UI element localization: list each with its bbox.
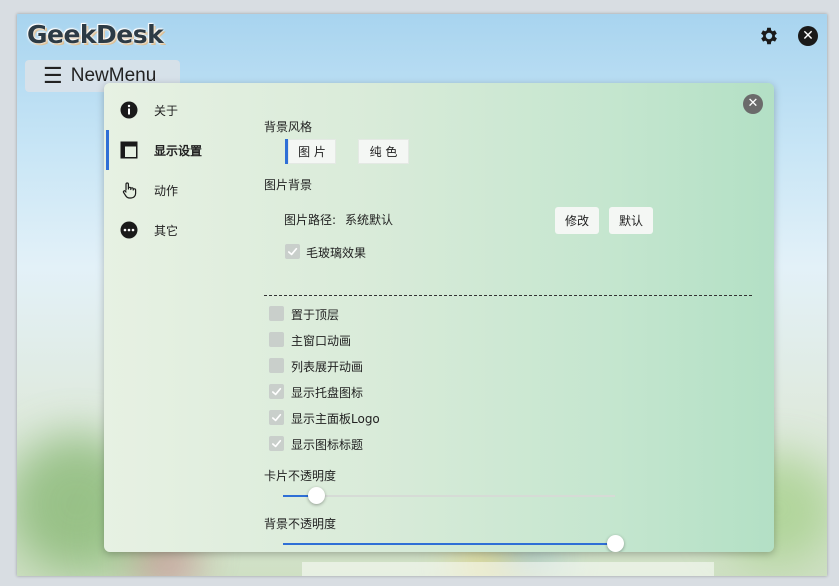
option-label: 显示主面板Logo xyxy=(291,412,380,426)
settings-button[interactable] xyxy=(758,25,780,47)
list-expand-animation-checkbox[interactable] xyxy=(269,358,284,373)
option-label: 显示图标标题 xyxy=(291,438,364,452)
frosted-glass-label: 毛玻璃效果 xyxy=(306,246,367,260)
bg-image-title: 图片背景 xyxy=(264,178,313,192)
bg-style-tab-image[interactable]: 图 片 xyxy=(288,139,336,164)
option-label: 显示托盘图标 xyxy=(291,386,364,400)
always-on-top-checkbox[interactable] xyxy=(269,306,284,321)
gear-icon xyxy=(761,27,777,45)
hamburger-icon: ☰ xyxy=(43,63,63,88)
bg-opacity-slider[interactable] xyxy=(283,535,624,552)
frosted-glass-checkbox[interactable] xyxy=(285,244,300,259)
show-panel-logo-checkbox[interactable] xyxy=(269,410,284,425)
check-icon xyxy=(272,439,282,448)
image-path-value: 系统默认 xyxy=(345,213,394,227)
check-icon xyxy=(288,247,298,256)
show-icon-title-checkbox[interactable] xyxy=(269,436,284,451)
close-icon: ✕ xyxy=(802,28,814,44)
image-path-label: 图片路径: xyxy=(284,213,337,227)
settings-panel: 关于 显示设置 动作 其它 ✕ 背景风格 图 片 纯 色 图片背景 图片路径: … xyxy=(104,83,774,552)
show-tray-icon-checkbox[interactable] xyxy=(269,384,284,399)
option-label: 列表展开动画 xyxy=(291,360,364,374)
bg-style-tab-solid[interactable]: 纯 色 xyxy=(358,139,409,164)
bottom-strip xyxy=(302,562,714,576)
option-label: 置于顶层 xyxy=(291,308,340,322)
bg-opacity-thumb[interactable] xyxy=(607,535,624,552)
app-logo: GeekDesk xyxy=(27,20,164,49)
bg-opacity-label: 背景不透明度 xyxy=(264,517,337,531)
display-settings-content: 背景风格 图 片 纯 色 图片背景 图片路径: 系统默认 修改 默认 毛玻璃效果… xyxy=(104,83,774,552)
main-window-animation-checkbox[interactable] xyxy=(269,332,284,347)
option-label: 主窗口动画 xyxy=(291,334,352,348)
card-opacity-label: 卡片不透明度 xyxy=(264,469,337,483)
modify-button[interactable]: 修改 xyxy=(555,207,599,234)
bg-opacity-fill xyxy=(283,543,615,545)
bg-style-title: 背景风格 xyxy=(264,120,313,134)
card-opacity-thumb[interactable] xyxy=(308,487,325,504)
close-app-button[interactable]: ✕ xyxy=(798,26,818,46)
section-divider xyxy=(264,295,752,296)
check-icon xyxy=(272,387,282,396)
default-button[interactable]: 默认 xyxy=(609,207,653,234)
check-icon xyxy=(272,413,282,422)
card-opacity-slider[interactable] xyxy=(283,487,615,504)
